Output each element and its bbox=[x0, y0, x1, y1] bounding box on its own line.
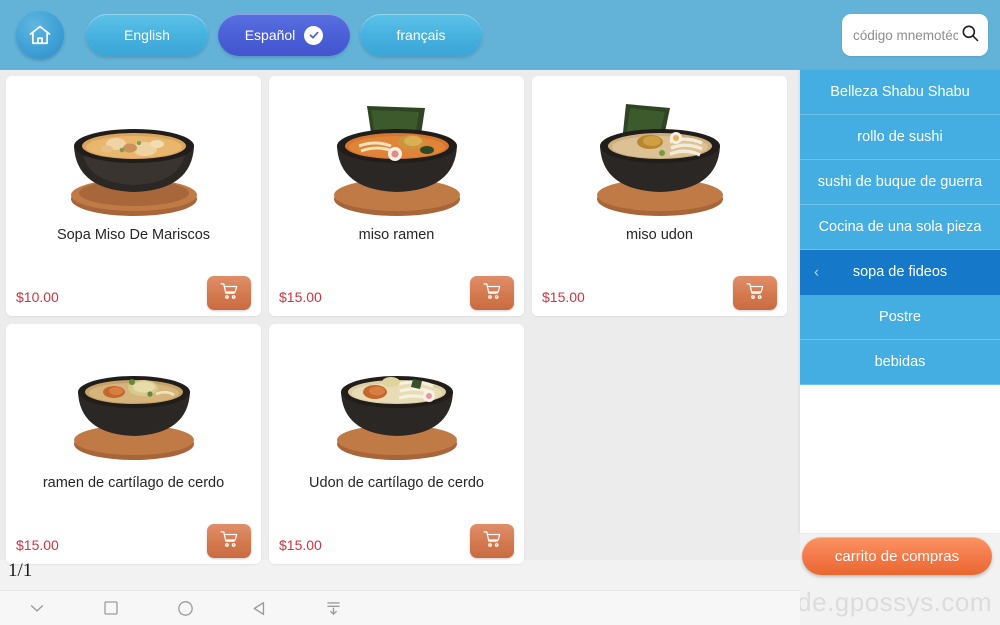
product-name: ramen de cartílago de cerdo bbox=[42, 475, 225, 491]
sidebar-item-belleza-shabu-shabu[interactable]: Belleza Shabu Shabu bbox=[800, 70, 1000, 115]
product-name: miso udon bbox=[626, 227, 693, 243]
product-grid: Sopa Miso De Mariscos $10.00 miso ramen … bbox=[6, 76, 800, 564]
category-label: rollo de sushi bbox=[857, 129, 943, 145]
product-price: $10.00 bbox=[16, 289, 59, 305]
shopping-cart-icon bbox=[219, 281, 239, 306]
language-label: English bbox=[124, 27, 170, 43]
shopping-cart-icon bbox=[745, 281, 765, 306]
product-image-miso-udon bbox=[532, 84, 787, 232]
product-price: $15.00 bbox=[279, 537, 322, 553]
category-label: Belleza Shabu Shabu bbox=[830, 84, 970, 100]
product-card[interactable]: Sopa Miso De Mariscos $10.00 bbox=[6, 76, 261, 316]
search-input[interactable] bbox=[853, 27, 958, 43]
collapse-down-icon[interactable] bbox=[296, 599, 370, 618]
shopping-cart-checkout-button[interactable]: carrito de compras bbox=[802, 537, 992, 575]
android-navigation-bar bbox=[0, 590, 800, 625]
circle-icon[interactable] bbox=[148, 599, 222, 618]
product-image-pork-cartilage-udon bbox=[269, 332, 524, 480]
product-card[interactable]: ramen de cartílago de cerdo $15.00 bbox=[6, 324, 261, 564]
shopping-cart-icon bbox=[482, 281, 502, 306]
language-label: Español bbox=[244, 27, 296, 43]
check-circle-icon bbox=[304, 25, 324, 45]
category-label: bebidas bbox=[874, 354, 926, 370]
add-to-cart-button[interactable] bbox=[207, 524, 251, 558]
sidebar-item-sopa-de-fideos[interactable]: ‹ sopa de fideos bbox=[800, 250, 1000, 295]
square-icon[interactable] bbox=[74, 599, 148, 617]
language-label: français bbox=[396, 27, 446, 43]
category-label: Postre bbox=[879, 309, 921, 325]
add-to-cart-button[interactable] bbox=[733, 276, 777, 310]
home-button[interactable] bbox=[16, 11, 64, 59]
product-name: miso ramen bbox=[358, 227, 435, 243]
add-to-cart-button[interactable] bbox=[470, 524, 514, 558]
site-watermark: de.gpossys.com bbox=[797, 587, 992, 617]
chevron-left-icon: ‹ bbox=[814, 263, 819, 281]
sidebar-item-bebidas[interactable]: bebidas bbox=[800, 340, 1000, 385]
category-sidebar: Belleza Shabu Shabu rollo de sushi sushi… bbox=[800, 70, 1000, 533]
product-name: Udon de cartílago de cerdo bbox=[309, 475, 484, 491]
product-card[interactable]: miso ramen $15.00 bbox=[269, 76, 524, 316]
add-to-cart-button[interactable] bbox=[207, 276, 251, 310]
checkout-label: carrito de compras bbox=[834, 547, 960, 565]
product-image-pork-cartilage-ramen bbox=[6, 332, 261, 480]
search-icon[interactable] bbox=[960, 23, 980, 48]
search-box[interactable] bbox=[842, 14, 988, 56]
language-button-francais[interactable]: français bbox=[360, 14, 482, 56]
language-selector-group: English Español français bbox=[86, 14, 482, 56]
product-price: $15.00 bbox=[279, 289, 322, 305]
pos-app-window: English Español français código mnemotéc… bbox=[0, 0, 1000, 625]
product-card[interactable]: miso udon $15.00 bbox=[532, 76, 787, 316]
product-name: Sopa Miso De Mariscos bbox=[56, 227, 211, 243]
top-header-bar: English Español français bbox=[0, 0, 1000, 70]
shopping-cart-icon bbox=[219, 529, 239, 554]
shopping-cart-icon bbox=[482, 529, 502, 554]
sidebar-item-cocina-de-una-sola-pieza[interactable]: Cocina de una sola pieza bbox=[800, 205, 1000, 250]
triangle-left-back-icon[interactable] bbox=[222, 599, 296, 618]
home-icon bbox=[27, 22, 53, 48]
language-button-english[interactable]: English bbox=[86, 14, 208, 56]
product-image-seafood-miso-soup bbox=[6, 84, 261, 232]
product-price: $15.00 bbox=[16, 537, 59, 553]
category-label: Cocina de una sola pieza bbox=[818, 219, 982, 235]
add-to-cart-button[interactable] bbox=[470, 276, 514, 310]
product-grid-area: Sopa Miso De Mariscos $10.00 miso ramen … bbox=[0, 70, 800, 564]
category-label: sushi de buque de guerra bbox=[817, 174, 983, 190]
language-button-espanol[interactable]: Español bbox=[218, 14, 350, 56]
product-card[interactable]: Udon de cartílago de cerdo $15.00 bbox=[269, 324, 524, 564]
category-label: sopa de fideos bbox=[852, 264, 948, 280]
sidebar-item-sushi-de-buque-de-guerra[interactable]: sushi de buque de guerra bbox=[800, 160, 1000, 205]
product-price: $15.00 bbox=[542, 289, 585, 305]
chevron-down-icon[interactable] bbox=[0, 598, 74, 618]
product-image-miso-ramen bbox=[269, 84, 524, 232]
pagination-indicator: 1/1 bbox=[8, 560, 33, 581]
sidebar-item-postre[interactable]: Postre bbox=[800, 295, 1000, 340]
sidebar-item-rollo-de-sushi[interactable]: rollo de sushi bbox=[800, 115, 1000, 160]
